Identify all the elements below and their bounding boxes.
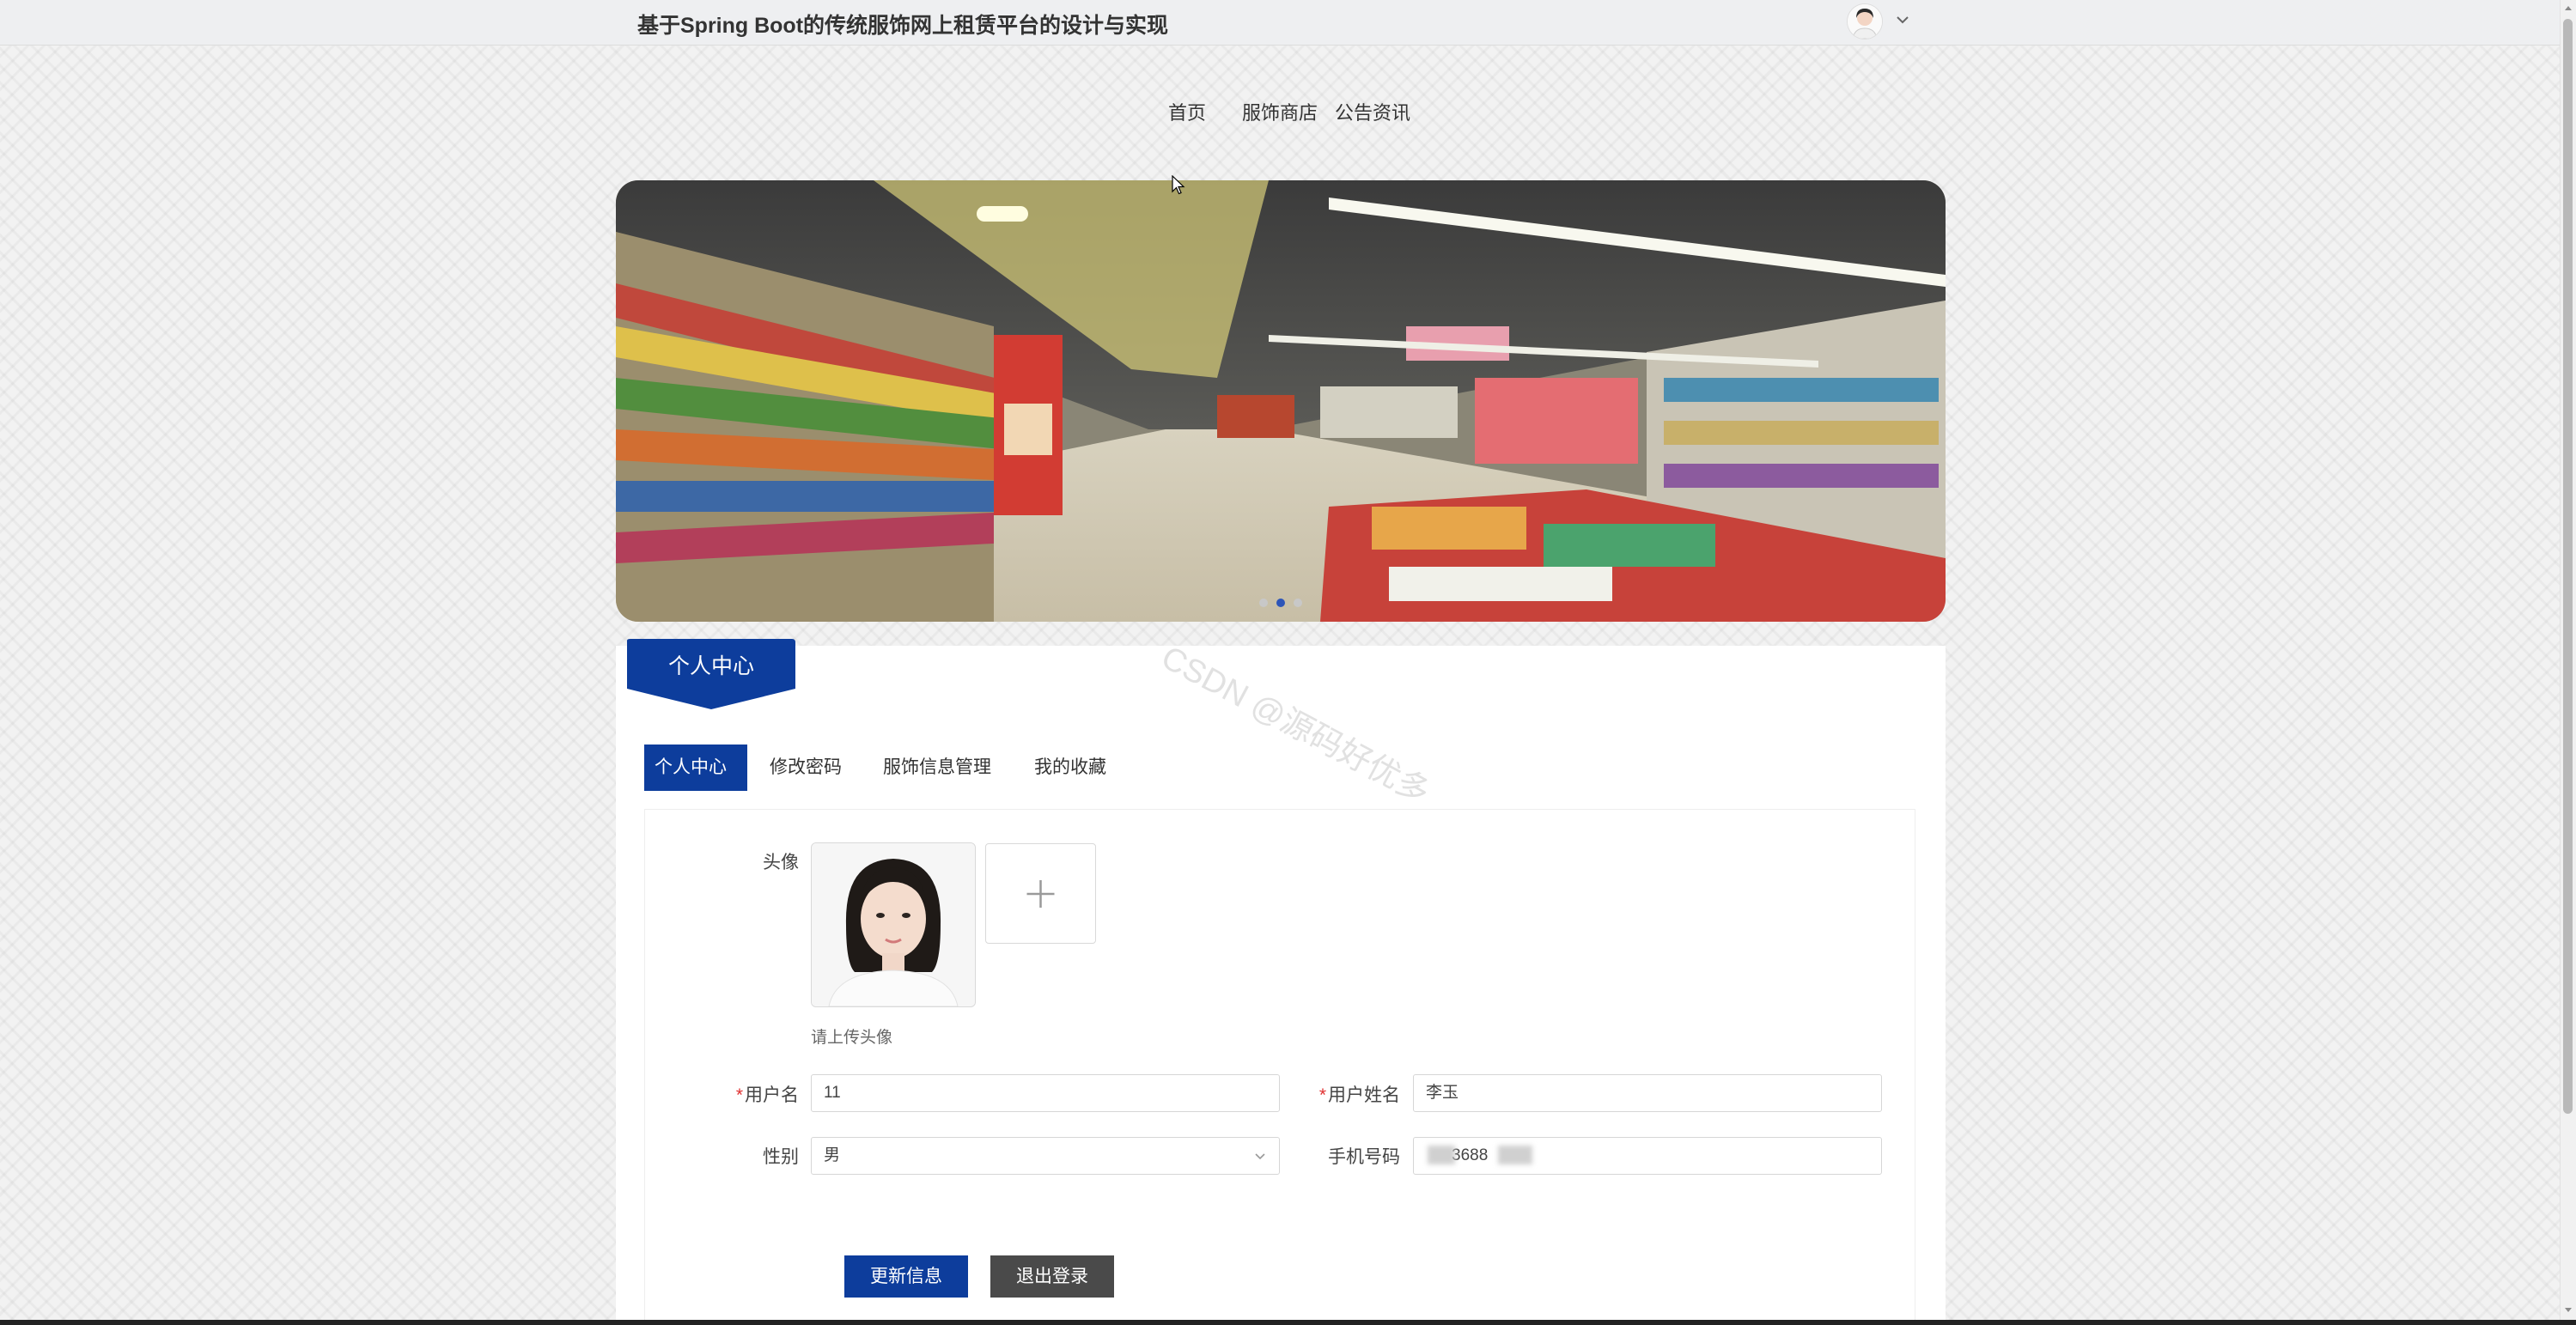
site-title: 基于Spring Boot的传统服饰网上租赁平台的设计与实现 [637, 14, 1169, 38]
section-title: 个人中心 [667, 654, 754, 678]
username-label: *用户名 [713, 1081, 799, 1107]
nav-item-news[interactable]: 公告资讯 [1335, 98, 1410, 125]
phone-label: 手机号码 [1328, 1147, 1400, 1167]
avatar-label: 头像 [763, 853, 799, 872]
carousel-dot[interactable] [1259, 599, 1268, 607]
username-input[interactable]: 11 [811, 1074, 1280, 1112]
avatar-photo [812, 843, 975, 1006]
user-avatar[interactable] [1847, 3, 1883, 40]
phone-input-value: 3688 [1452, 1146, 1489, 1164]
chevron-down-icon[interactable] [1253, 1149, 1267, 1163]
banner-carousel[interactable] [616, 180, 1946, 622]
realname-label-text: 用户姓名 [1328, 1085, 1400, 1105]
logout-button[interactable]: 退出登录 [990, 1255, 1114, 1298]
tab-my-favorites[interactable]: 我的收藏 [1024, 745, 1120, 791]
required-asterisk: * [1318, 1085, 1326, 1105]
avatar-upload-hint: 请上传头像 [811, 1029, 893, 1047]
tab-personal-center[interactable]: 个人中心 [644, 745, 747, 791]
nav-item-shop[interactable]: 服饰商店 [1242, 98, 1318, 125]
nav-item-home[interactable]: 首页 [1168, 98, 1206, 125]
gender-label: 性别 [763, 1147, 799, 1167]
scrollbar-thumb[interactable] [2563, 19, 2573, 1114]
chevron-down-icon[interactable] [1893, 10, 1912, 29]
tab-clothing-management[interactable]: 服饰信息管理 [873, 745, 1005, 791]
user-avatar-icon [1848, 4, 1882, 39]
plus-icon [1026, 880, 1055, 908]
username-label-text: 用户名 [745, 1085, 799, 1105]
avatar-upload-button[interactable] [985, 843, 1096, 944]
banner-image [616, 180, 1946, 622]
scroll-down-icon[interactable] [2562, 1304, 2574, 1316]
privacy-blur [1428, 1146, 1455, 1164]
gender-select-value: 男 [824, 1146, 841, 1164]
main-nav: 首页 服饰商店 公告资讯 [0, 98, 2560, 129]
gender-select[interactable]: 男 [811, 1137, 1280, 1175]
scroll-up-icon[interactable] [2562, 3, 2574, 15]
top-bar: 基于Spring Boot的传统服饰网上租赁平台的设计与实现 [0, 0, 2560, 46]
mouse-cursor-icon [1172, 175, 1185, 195]
carousel-dot-active[interactable] [1276, 599, 1285, 607]
privacy-blur [1498, 1146, 1532, 1164]
phone-input[interactable]: 3688 [1413, 1137, 1882, 1175]
tab-change-password[interactable]: 修改密码 [759, 745, 856, 791]
avatar-preview [811, 842, 976, 1007]
realname-label: *用户姓名 [1297, 1081, 1400, 1107]
carousel-dot[interactable] [1294, 599, 1302, 607]
update-info-button[interactable]: 更新信息 [844, 1255, 968, 1298]
bottom-edge [0, 1320, 2576, 1325]
realname-input[interactable]: 李玉 [1413, 1074, 1882, 1112]
required-asterisk: * [735, 1085, 743, 1105]
